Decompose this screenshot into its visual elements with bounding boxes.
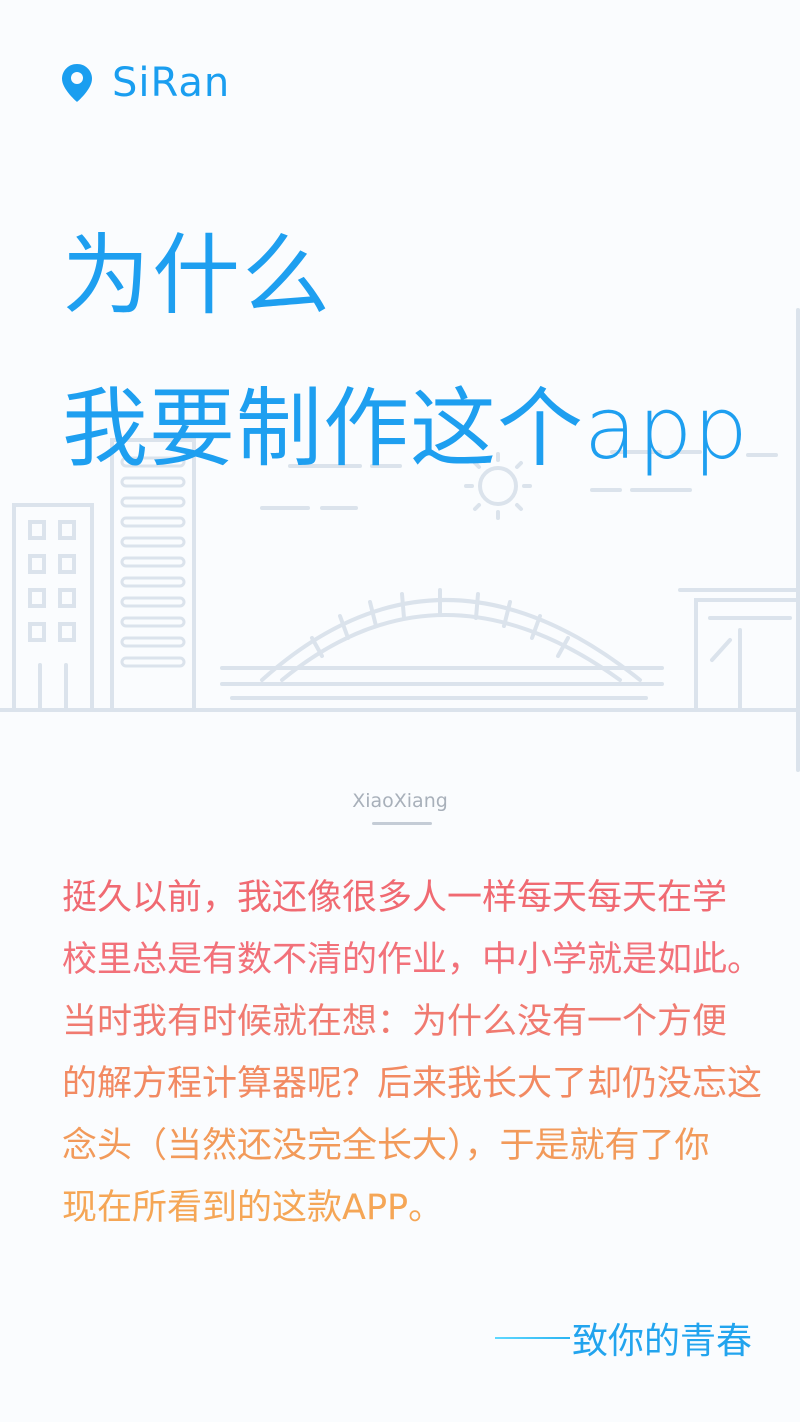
- story-line: 念头（当然还没完全长大），于是就有了你: [62, 1126, 710, 1166]
- story-line: 挺久以前，我还像很多人一样每天每天在学: [62, 878, 728, 918]
- headline-line-1: 为什么: [62, 224, 333, 327]
- story-paragraph: 挺久以前，我还像很多人一样每天每天在学 校里总是有数不清的作业，中小学就是如此。…: [62, 867, 782, 1239]
- brand-name: SiRan: [112, 60, 231, 106]
- location-pin-icon: [62, 64, 92, 102]
- story-line: 校里总是有数不清的作业，中小学就是如此。: [62, 940, 763, 980]
- story-line: 当时我有时候就在想：为什么没有一个方便: [62, 1002, 728, 1042]
- story-line: 现在所看到的这款APP。: [62, 1188, 444, 1228]
- story-line: 的解方程计算器呢？后来我长大了却仍没忘这: [62, 1064, 763, 1104]
- headline-line-2: 我要制作这个app: [62, 379, 749, 479]
- signature-dash: [495, 1337, 570, 1339]
- brand: SiRan: [60, 58, 230, 108]
- signature-text: 致你的青春: [572, 1321, 753, 1362]
- author-name: XiaoXiang: [352, 790, 448, 812]
- author-divider: [372, 822, 432, 825]
- signature: 致你的青春: [495, 1312, 752, 1364]
